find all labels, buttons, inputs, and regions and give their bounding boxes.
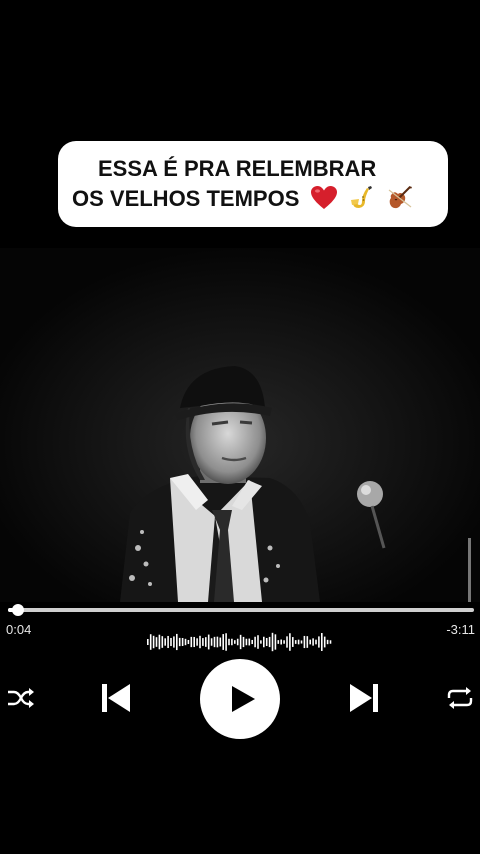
waveform-bar: [248, 638, 251, 646]
progress-bar[interactable]: [8, 604, 474, 616]
waveform-bar: [271, 632, 274, 652]
waveform-bar: [202, 638, 204, 646]
progress-thumb[interactable]: [11, 604, 24, 616]
shuffle-icon: [8, 688, 34, 708]
next-icon: [350, 684, 378, 712]
caption-line-2: OS VELHOS TEMPOS: [72, 186, 300, 211]
waveform-bar: [315, 639, 317, 645]
waveform-bar: [184, 638, 187, 646]
waveform-bar: [274, 634, 277, 650]
play-icon: [231, 686, 255, 712]
waveform-bar: [178, 637, 181, 647]
repeat-icon: [447, 687, 473, 709]
waveform-bar: [283, 640, 285, 644]
waveform-bar: [329, 640, 332, 644]
performer-image: [0, 248, 480, 602]
waveform-bar: [222, 634, 224, 650]
waveform-bar: [190, 636, 193, 648]
previous-button[interactable]: [98, 681, 134, 715]
caption-line-1: ESSA É PRA RELEMBRAR: [98, 156, 377, 181]
violin-emoji-icon: [386, 185, 414, 211]
waveform-bar: [199, 635, 201, 649]
waveform-bar: [318, 636, 320, 648]
waveform-bar: [321, 633, 323, 651]
play-button[interactable]: [200, 659, 280, 739]
waveform-visualizer: [147, 632, 332, 652]
previous-icon: [102, 684, 130, 712]
waveform-bar: [268, 636, 271, 648]
waveform-bar: [263, 636, 265, 648]
remaining-time: -3:11: [446, 622, 475, 637]
waveform-bar: [167, 635, 169, 649]
waveform-bar: [231, 638, 233, 646]
waveform-bar: [176, 633, 178, 651]
waveform-bar: [228, 638, 230, 646]
video-frame[interactable]: [0, 248, 480, 602]
waveform-bar: [251, 639, 253, 645]
waveform-bar: [170, 637, 172, 647]
caption-bubble: ESSA É PRA RELEMBRAR OS VELHOS TEMPOS: [58, 141, 448, 227]
playback-controls: [0, 658, 480, 740]
waveform-bar: [155, 637, 158, 647]
waveform-bar: [213, 636, 216, 648]
waveform-bar: [161, 636, 164, 648]
waveform-bar: [219, 637, 222, 647]
shuffle-button[interactable]: [6, 685, 36, 711]
saxophone-emoji-icon: [348, 185, 376, 211]
repeat-button[interactable]: [444, 685, 476, 711]
waveform-bar: [326, 639, 329, 645]
caption-line-2-row: OS VELHOS TEMPOS: [72, 184, 448, 214]
waveform-bar: [245, 638, 248, 646]
waveform-bar: [294, 640, 297, 644]
waveform-bar: [149, 634, 152, 650]
waveform-bar: [234, 640, 236, 644]
waveform-bar: [216, 636, 219, 648]
next-button[interactable]: [346, 681, 382, 715]
waveform-bar: [277, 640, 280, 644]
elapsed-time: 0:04: [6, 622, 32, 637]
waveform-bar: [292, 637, 294, 647]
waveform-bar: [205, 637, 207, 647]
waveform-bar: [300, 640, 303, 644]
waveform-bar: [289, 633, 291, 651]
waveform-bar: [257, 635, 259, 649]
waveform-bar: [210, 638, 213, 646]
waveform-bar: [306, 636, 309, 648]
waveform-bar: [286, 636, 288, 648]
waveform-bar: [265, 637, 268, 647]
waveform-bar: [193, 636, 195, 648]
waveform-bar: [147, 639, 149, 645]
waveform-bar: [181, 637, 184, 647]
waveform-bar: [323, 636, 326, 648]
heart-emoji-icon: [310, 185, 338, 211]
waveform-bar: [187, 639, 190, 645]
waveform-bar: [196, 638, 198, 646]
waveform-bar: [309, 639, 311, 645]
waveform-bar: [158, 634, 161, 650]
waveform-bar: [242, 636, 245, 648]
waveform-bar: [236, 638, 239, 646]
waveform-bar: [297, 639, 300, 645]
waveform-bar: [152, 635, 155, 649]
waveform-bar: [254, 636, 256, 648]
waveform-bar: [312, 638, 314, 646]
waveform-bar: [173, 636, 175, 648]
waveform-bar: [239, 634, 242, 650]
waveform-bar: [303, 635, 306, 649]
waveform-bar: [225, 633, 227, 651]
waveform-bar: [280, 639, 282, 645]
waveform-bar: [260, 640, 262, 644]
waveform-bar: [164, 638, 166, 646]
waveform-bar: [207, 634, 210, 650]
